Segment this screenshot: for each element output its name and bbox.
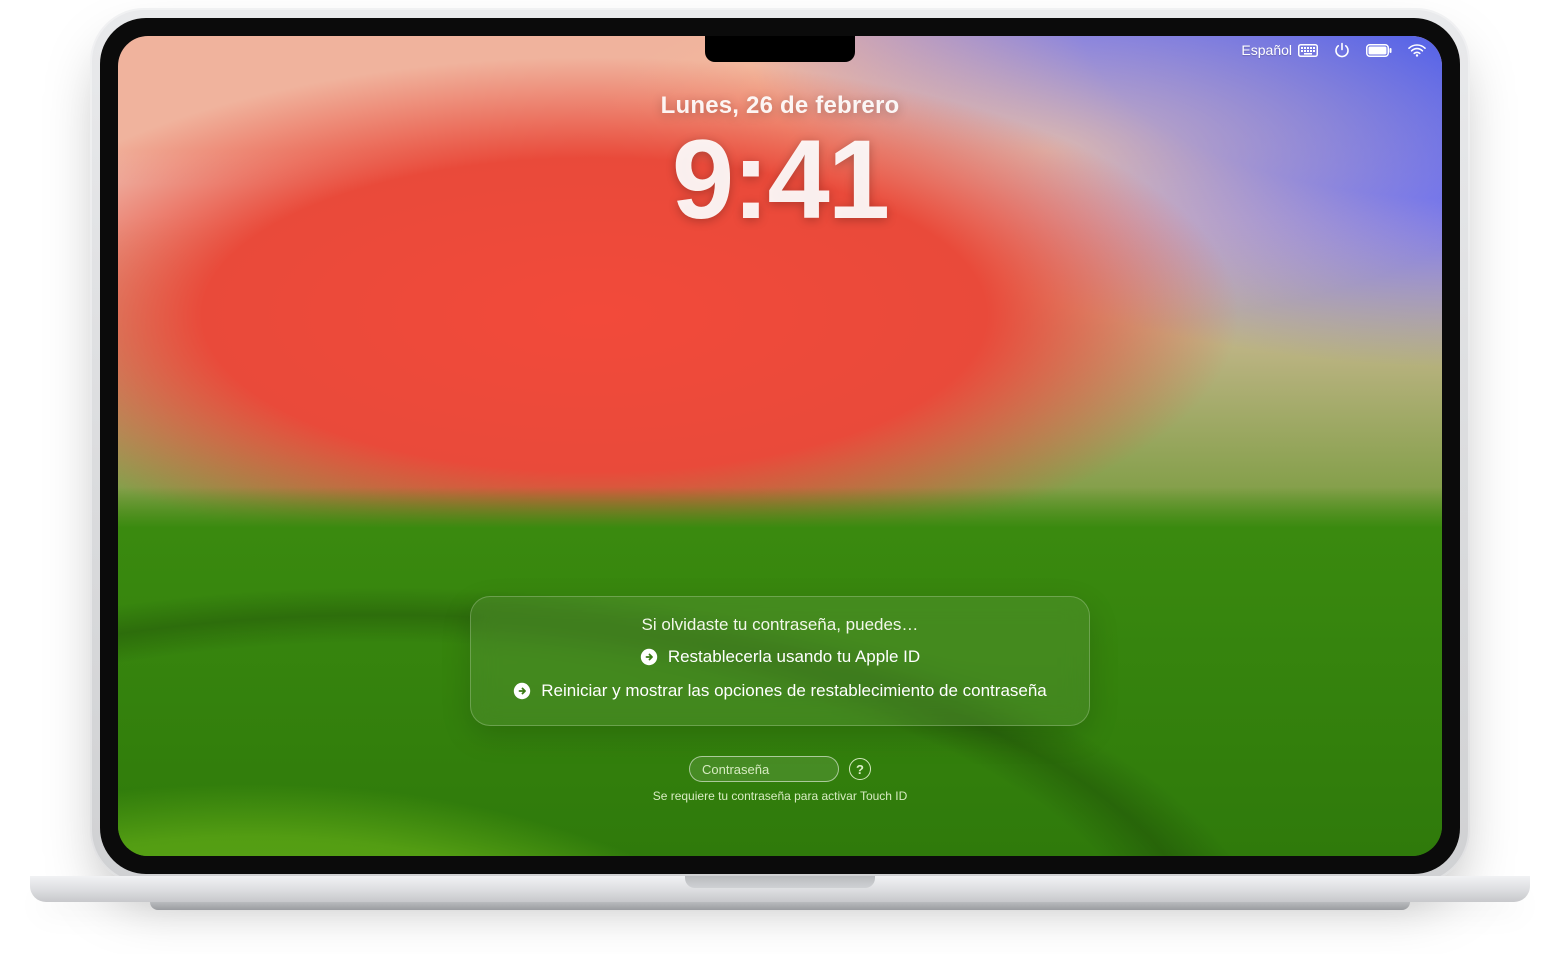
wifi-icon (1408, 44, 1426, 57)
reset-with-apple-id-label: Restablecerla usando tu Apple ID (668, 647, 920, 667)
macbook-mockup: Español (0, 0, 1560, 954)
laptop-foot (150, 902, 1410, 910)
forgot-password-panel: Si olvidaste tu contraseña, puedes… Rest… (470, 596, 1090, 726)
lock-screen: Español (118, 36, 1442, 856)
display-notch (705, 36, 855, 62)
lock-time: 9:41 (118, 124, 1442, 236)
restart-show-reset-options-label: Reiniciar y mostrar las opciones de rest… (541, 681, 1047, 701)
battery-menu[interactable] (1366, 44, 1392, 57)
laptop-lid: Español (90, 8, 1470, 884)
forgot-password-title: Si olvidaste tu contraseña, puedes… (495, 615, 1065, 635)
wifi-menu[interactable] (1408, 44, 1426, 57)
password-row: ? (689, 756, 871, 782)
password-input[interactable] (689, 756, 839, 782)
arrow-right-circle-icon (640, 648, 658, 666)
bezel: Español (100, 18, 1460, 874)
lock-clock: Lunes, 26 de febrero 9:41 (118, 92, 1442, 236)
menu-bar-status: Español (1241, 42, 1426, 58)
laptop-base (30, 876, 1530, 916)
lock-date: Lunes, 26 de febrero (118, 92, 1442, 120)
battery-icon (1366, 44, 1392, 57)
reset-with-apple-id-button[interactable]: Restablecerla usando tu Apple ID (640, 647, 920, 667)
power-menu[interactable] (1334, 42, 1350, 58)
restart-show-reset-options-button[interactable]: Reiniciar y mostrar las opciones de rest… (513, 681, 1047, 701)
power-icon (1334, 42, 1350, 58)
laptop-deck (30, 876, 1530, 902)
input-source-label: Español (1241, 43, 1292, 57)
input-source-menu[interactable]: Español (1241, 43, 1318, 57)
arrow-right-circle-icon (513, 682, 531, 700)
keyboard-icon (1298, 44, 1318, 57)
touch-id-hint: Se requiere tu contraseña para activar T… (650, 788, 910, 804)
password-hint-button[interactable]: ? (849, 758, 871, 780)
